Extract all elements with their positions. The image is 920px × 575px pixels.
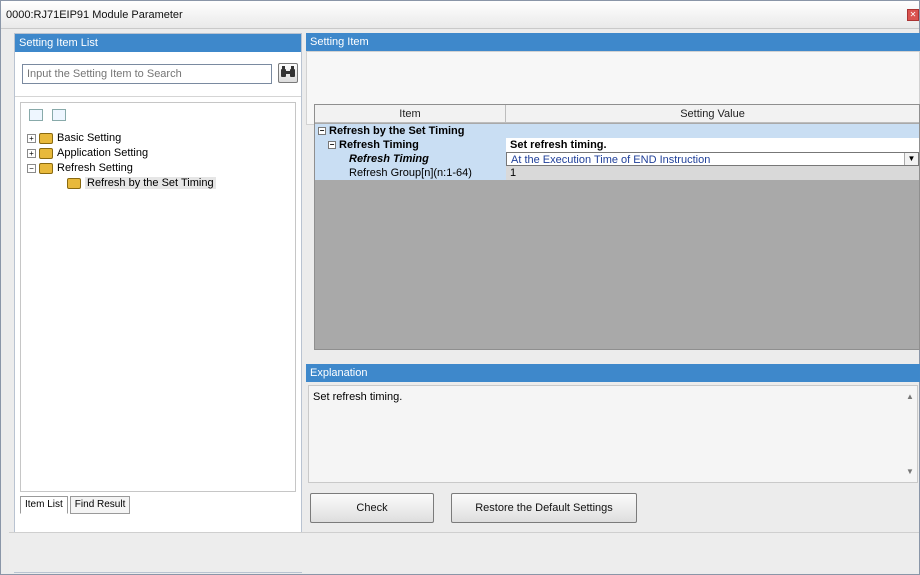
tree-item-refresh-setting[interactable]: − Refresh Setting (27, 161, 287, 176)
window-title: 0000:RJ71EIP91 Module Parameter (6, 9, 183, 21)
expand-toggle-icon[interactable]: + (27, 148, 36, 158)
table-row[interactable]: − Refresh by the Set Timing (315, 124, 919, 138)
column-header-setting-value[interactable]: Setting Value (506, 105, 919, 123)
grid-cell-value (506, 124, 919, 138)
collapse-toggle-icon[interactable]: − (27, 163, 36, 173)
tree-item-basic-setting[interactable]: + Basic Setting (27, 131, 287, 146)
tree-item-label: Refresh by the Set Timing (85, 177, 216, 189)
table-row[interactable]: Refresh Timing At the Execution Time of … (315, 152, 919, 166)
row-item-label: Refresh Timing (339, 139, 419, 151)
search-input[interactable] (22, 64, 272, 84)
expand-toggle-icon[interactable]: + (27, 133, 36, 143)
explanation-box: Set refresh timing. ▲ ▼ (308, 385, 918, 483)
grid-cell-value: Set refresh timing. (506, 138, 919, 152)
row-item-label: Refresh Group[n](n:1-64) (349, 167, 472, 179)
title-bar: 0000:RJ71EIP91 Module Parameter ✕ (1, 1, 919, 29)
tree-toolbar (29, 109, 72, 124)
parameter-grid: Item Setting Value − Refresh by the Set T… (314, 104, 920, 350)
grid-cell-item: Refresh Group[n](n:1-64) (315, 166, 506, 180)
search-area (20, 60, 298, 88)
row-item-label: Refresh by the Set Timing (329, 125, 465, 137)
grid-cell-item: − Refresh by the Set Timing (315, 124, 506, 138)
setting-item-panel: Setting Item Item Setting Value − Refresh… (306, 33, 920, 553)
tree-item-application-setting[interactable]: + Application Setting (27, 146, 287, 161)
grid-cell-item: Refresh Timing (315, 152, 506, 166)
binoculars-icon (281, 65, 295, 77)
table-row[interactable]: − Refresh Timing Set refresh timing. (315, 138, 919, 152)
folder-icon (39, 162, 53, 174)
divider (15, 96, 301, 97)
explanation-header: Explanation (306, 364, 920, 382)
tree-list: + Basic Setting + Application Setting − Ref… (27, 131, 287, 191)
explanation-scrollbar[interactable]: ▲ ▼ (903, 386, 917, 482)
table-row[interactable]: Refresh Group[n](n:1-64) 1 (315, 166, 919, 180)
scroll-down-icon[interactable]: ▼ (906, 467, 914, 476)
grid-cell-item: − Refresh Timing (315, 138, 506, 152)
refresh-timing-dropdown[interactable]: At the Execution Time of END Instruction… (506, 152, 919, 166)
setting-item-list-header: Setting Item List (15, 34, 301, 52)
tab-find-result[interactable]: Find Result (69, 496, 131, 514)
dropdown-arrow-icon[interactable]: ▼ (904, 153, 918, 165)
setting-tree: + Basic Setting + Application Setting − Ref… (20, 102, 296, 492)
restore-default-button[interactable]: Restore the Default Settings (451, 493, 637, 523)
left-tabs: Item List Find Result (20, 496, 132, 516)
tree-item-label: Refresh Setting (57, 162, 133, 174)
check-button[interactable]: Check (310, 493, 434, 523)
row-item-label: Refresh Timing (349, 153, 429, 165)
scroll-up-icon[interactable]: ▲ (906, 392, 914, 401)
tree-item-label: Application Setting (57, 147, 149, 159)
explanation-text: Set refresh timing. (313, 391, 403, 403)
grid-cell-value[interactable]: 1 (506, 166, 919, 180)
tab-item-list[interactable]: Item List (20, 496, 68, 514)
search-button[interactable] (278, 63, 298, 83)
collapse-toggle-icon[interactable]: − (318, 127, 326, 136)
status-area (9, 532, 919, 572)
folder-icon (39, 132, 53, 144)
folder-icon (67, 177, 81, 189)
tree-item-refresh-by-set-timing[interactable]: Refresh by the Set Timing (27, 176, 287, 191)
close-icon[interactable]: ✕ (907, 9, 919, 21)
setting-item-header: Setting Item (306, 33, 920, 51)
dropdown-selected-value: At the Execution Time of END Instruction (511, 154, 711, 166)
tree-item-label: Basic Setting (57, 132, 122, 144)
folder-icon (39, 147, 53, 159)
grid-header: Item Setting Value (315, 105, 919, 123)
collapse-all-icon[interactable] (52, 109, 67, 121)
collapse-toggle-icon[interactable]: − (328, 141, 336, 150)
expand-all-icon[interactable] (29, 109, 43, 121)
setting-item-list-panel: Setting Item List +Basic Se (14, 33, 302, 573)
column-header-item[interactable]: Item (315, 105, 506, 123)
module-parameter-window: 0000:RJ71EIP91 Module Parameter ✕ Settin… (0, 0, 920, 575)
